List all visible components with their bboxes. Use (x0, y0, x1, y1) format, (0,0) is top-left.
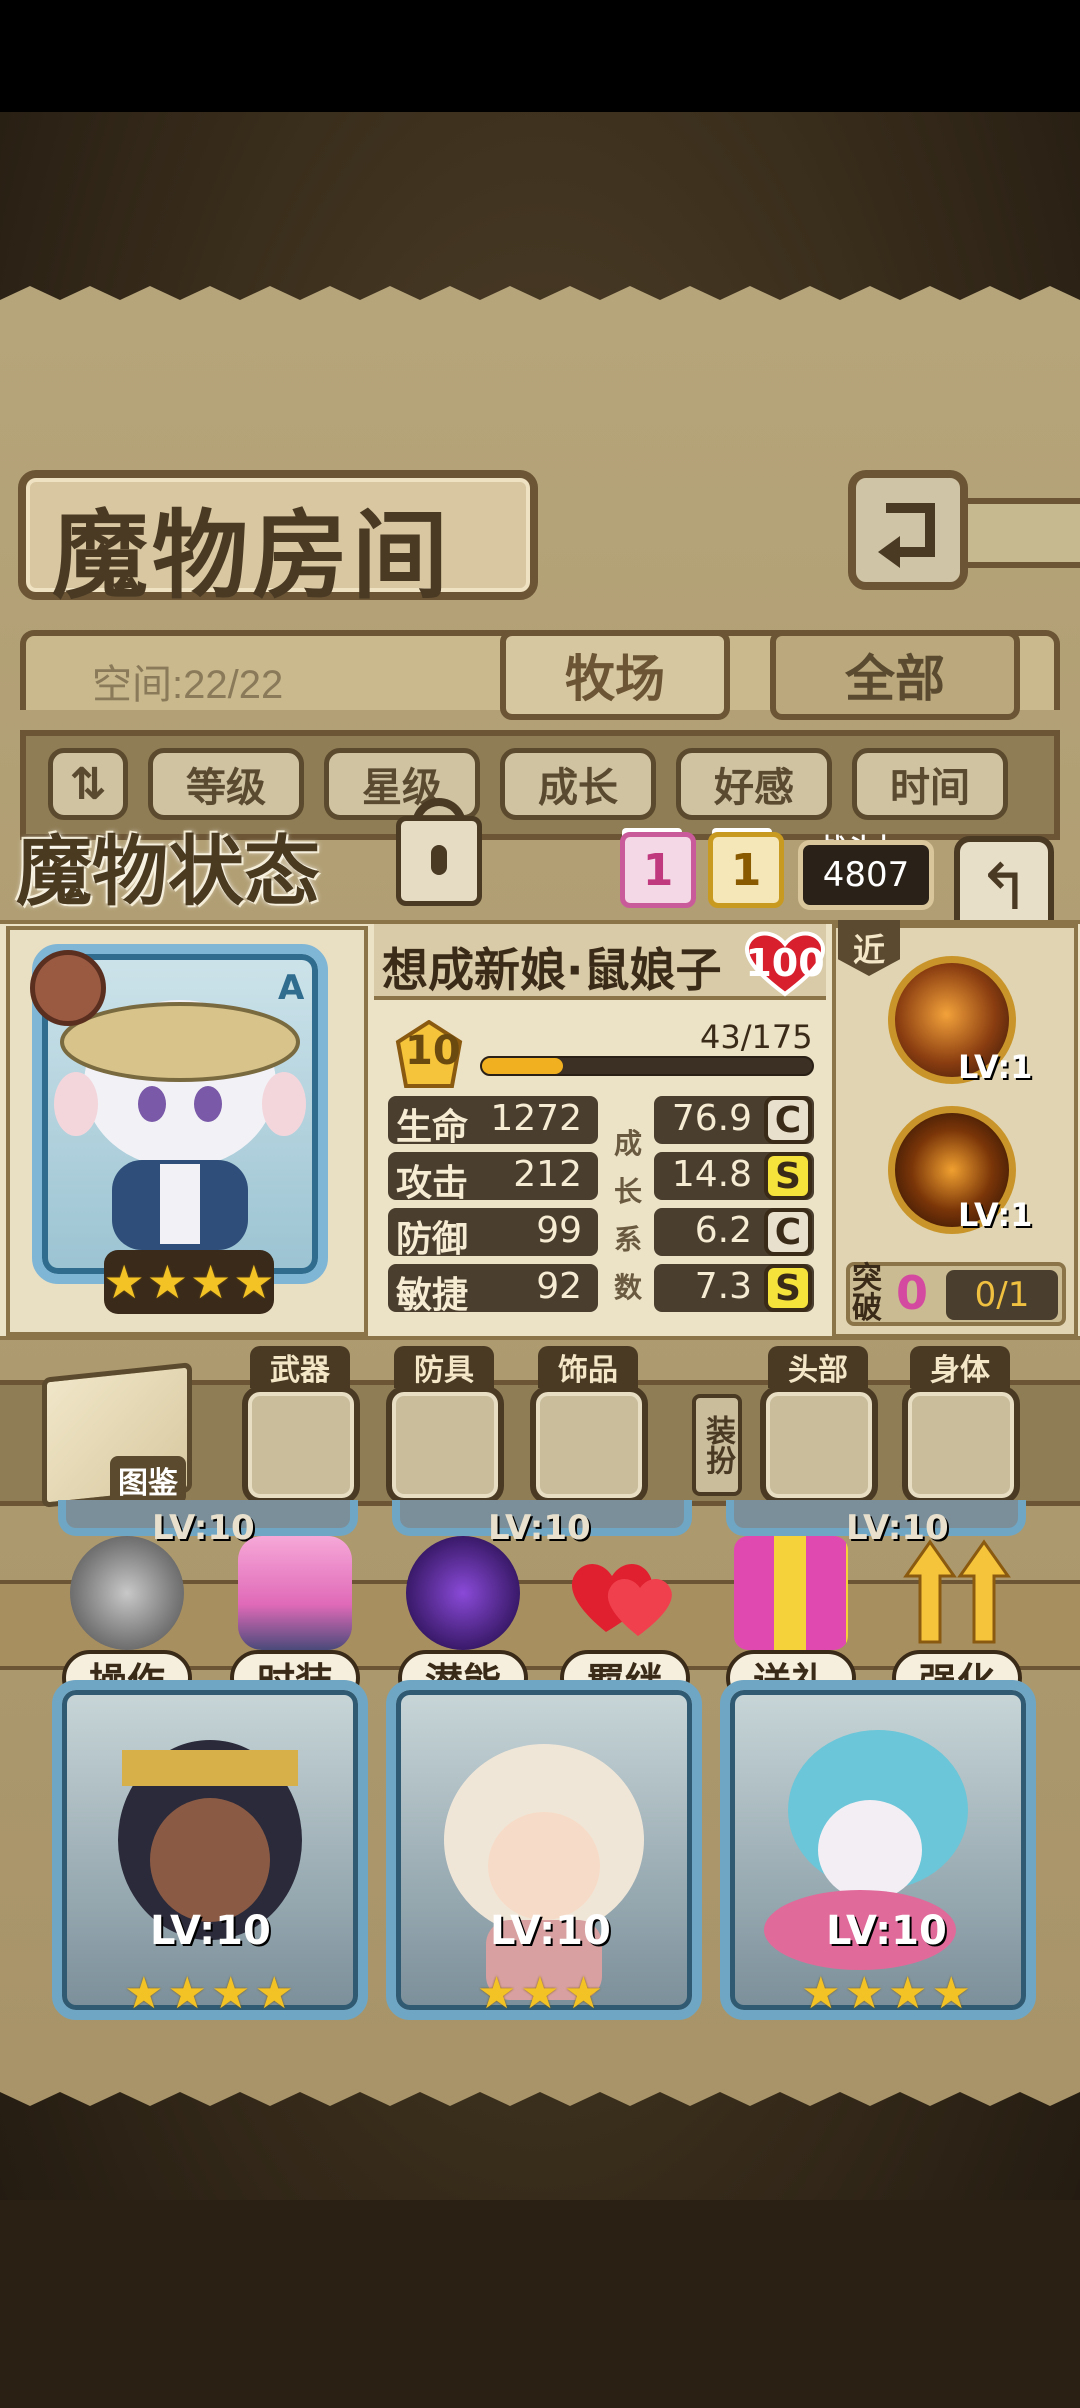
growth-grade: C (764, 1208, 812, 1256)
card-level: LV:10 (826, 1908, 947, 1954)
slot-weapon[interactable] (242, 1386, 360, 1504)
slot-label-weapon: 武器 (250, 1346, 350, 1388)
gift-icon (734, 1536, 848, 1650)
growth-caption-char: 成 (614, 1127, 643, 1160)
growth-grade: C (764, 1096, 812, 1144)
potential-value[interactable]: 1 (708, 832, 784, 908)
star-icon: ★ (801, 1968, 841, 2019)
back-button[interactable] (848, 470, 968, 590)
skill-2-level: LV:1 (958, 1196, 1033, 1234)
stat-value: 99 (536, 1210, 582, 1251)
status-title: 魔物状态 (16, 827, 320, 916)
slot-label-accessory: 饰品 (538, 1346, 638, 1388)
card-level: LV:10 (490, 1908, 611, 1954)
star-icon: ★ (254, 1968, 294, 2019)
growth-value: 6.2 (694, 1210, 752, 1251)
slot-label-body: 身体 (910, 1346, 1010, 1388)
rarity-grade: A (278, 968, 305, 1008)
growth-caption-char: 数 (614, 1271, 643, 1304)
sort-order-icon: ⇅ (69, 758, 107, 810)
star-icon: ★ (563, 1968, 604, 2019)
slot-armor[interactable] (386, 1386, 504, 1504)
back-button-bar (968, 498, 1080, 568)
tab-all[interactable]: 全部 (770, 630, 1020, 720)
return-arrow-icon: ↰ (977, 851, 1031, 925)
gear-icon (70, 1536, 184, 1650)
lock-icon[interactable] (396, 816, 482, 906)
star-icon: ★ (167, 1968, 207, 2019)
slot-head[interactable] (760, 1386, 878, 1504)
character-stars: ★ ★ ★ ★ (103, 1250, 275, 1314)
star-icon: ★ (476, 1968, 517, 2019)
space-counter: 空间:22/22 (92, 663, 284, 707)
page-title: 魔物房间 (52, 499, 452, 612)
growth-value: 14.8 (671, 1154, 752, 1195)
affection-badge[interactable]: 100 (742, 928, 828, 998)
growth-value: 76.9 (671, 1098, 752, 1139)
encyclopedia-label[interactable]: 图鉴 (110, 1456, 186, 1504)
monster-illustration (764, 1730, 968, 1970)
zigzag-top-edge (0, 286, 1080, 316)
card-stars: ★ ★ ★ ★ (104, 1968, 314, 2020)
power-value: 4807 (798, 840, 934, 910)
class-badge-icon (30, 950, 106, 1026)
growth-value: 7.3 (694, 1266, 752, 1307)
breakthrough-progress[interactable]: 0/1 (946, 1270, 1058, 1320)
back-arrow-icon (878, 503, 935, 568)
affection-value: 100 (745, 941, 825, 985)
slot-label-armor: 防具 (394, 1346, 494, 1388)
star-icon: ★ (211, 1968, 251, 2019)
star-icon: ★ (931, 1968, 971, 2019)
growth-grade: S (764, 1152, 812, 1200)
exp-bar-fill (482, 1058, 563, 1074)
star-icon: ★ (888, 1968, 928, 2019)
growth-grade: S (764, 1264, 812, 1312)
stat-value: 212 (513, 1154, 582, 1195)
character-name: 想成新娘·鼠娘子 (382, 943, 722, 997)
system-status-bar (0, 0, 1080, 112)
monster-illustration (444, 1744, 644, 2000)
star-icon: ★ (190, 1255, 232, 1309)
star-icon: ★ (520, 1968, 560, 2019)
star-icon: ★ (124, 1968, 164, 2019)
slot-accessory[interactable] (530, 1386, 648, 1504)
slot-label-head: 头部 (768, 1346, 868, 1388)
stat-value: 92 (536, 1266, 582, 1307)
sort-growth-button[interactable]: 成长 (500, 748, 656, 820)
bond-value[interactable]: 1 (620, 832, 696, 908)
slot-body[interactable] (902, 1386, 1020, 1504)
background-bottom (0, 2200, 1080, 2408)
stat-value: 1272 (490, 1098, 582, 1139)
star-icon: ★ (844, 1968, 884, 2019)
exp-text: 43/175 (700, 1018, 813, 1056)
skill-1-level: LV:1 (958, 1048, 1033, 1086)
character-level: 10 (405, 1028, 461, 1074)
outfit-icon (238, 1536, 352, 1650)
sort-affection-button[interactable]: 好感 (676, 748, 832, 820)
card-stars: ★ ★ ★ (460, 1968, 620, 2020)
hearts-icon (571, 1564, 672, 1636)
growth-caption-char: 长 (614, 1175, 643, 1208)
card-stars: ★ ★ ★ ★ (786, 1968, 986, 2020)
dress-up-label[interactable]: 装扮 (692, 1394, 742, 1496)
card-level: LV:10 (150, 1908, 271, 1954)
star-icon: ★ (103, 1255, 145, 1309)
sort-time-button[interactable]: 时间 (852, 748, 1008, 820)
monster-illustration (118, 1740, 302, 1940)
breakthrough-value: 0 (896, 1266, 929, 1320)
growth-caption-char: 系 (614, 1223, 643, 1256)
breakthrough-label: 突破 (852, 1261, 882, 1326)
star-icon: ★ (233, 1255, 275, 1309)
upgrade-arrows-icon (903, 1539, 1011, 1644)
star-icon: ★ (146, 1255, 188, 1309)
tab-ranch[interactable]: 牧场 (500, 630, 730, 720)
zigzag-bottom-edge (0, 2076, 1080, 2106)
demon-icon (406, 1536, 520, 1650)
